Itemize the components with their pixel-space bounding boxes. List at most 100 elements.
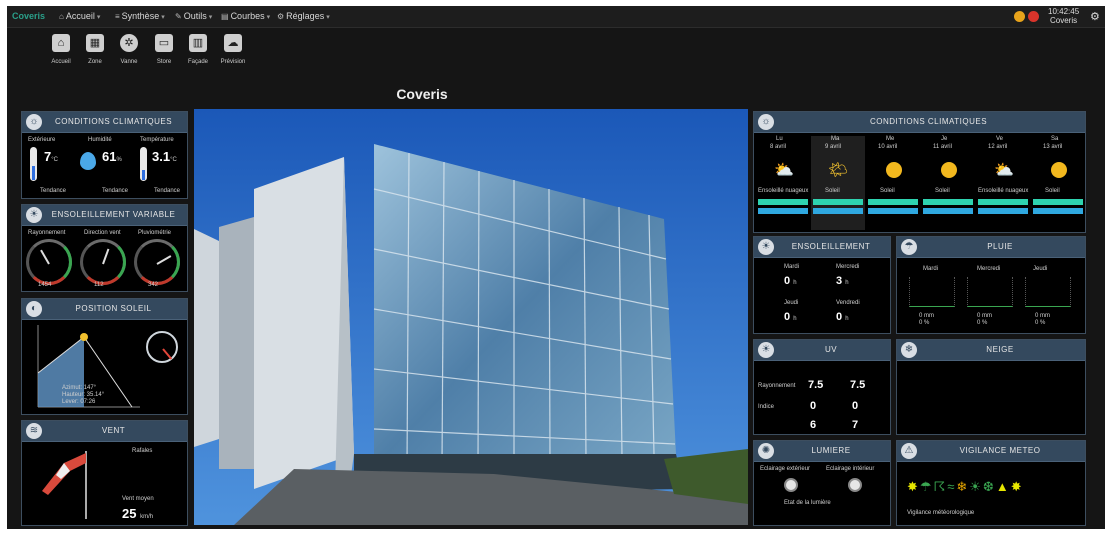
forecast-bar [978,208,1028,214]
shortcut-prevision[interactable]: ☁ Prévision [215,34,251,65]
weather-desc: Ensoleillé nuageux [758,188,809,194]
value: 61 [102,149,117,164]
day-label: Jeudi [784,300,799,306]
panel-header: ☀ ENSOLEILLEMENT VARIABLE [22,205,187,226]
panel-conditions-left: ☼ CONDITIONS CLIMATIQUES Extérieure Humid… [21,111,188,199]
uv-value: 0 [810,400,817,412]
caret-down-icon: ▾ [266,14,271,21]
warning-dot-icon[interactable] [1014,11,1025,22]
forecast-grid: Lu 8 avril ⛅ Ensoleillé nuageux Ma 9 avr… [756,136,1085,230]
settings-gear-icon[interactable]: ⚙ [1090,10,1100,23]
vigilance-icons: ✸☂☈≈❄☀❆▲✸ [907,479,1024,495]
panel-title: POSITION SOLEIL [75,304,152,313]
alert-icon: ⚠ [901,443,917,459]
vent-value: 25 km/h [122,506,153,521]
forecast-bar [1033,199,1083,205]
caret-down-icon: ▾ [326,14,330,21]
building-image [194,109,748,525]
panel-title: VENT [101,426,126,435]
flood-alert-icon: ≈ [947,479,957,494]
day-label: Mardi [923,266,939,272]
unit: h [845,316,849,322]
uv-row-label: Rayonnement [758,383,796,389]
shortcut-label: Prévision [220,59,246,65]
panel-title: CONDITIONS CLIMATIQUES [869,117,988,126]
date-label: 10 avril [878,144,898,150]
menu-label: Outils [183,11,207,21]
menu-courbes[interactable]: ▤ Courbes ▾ [221,11,270,21]
sun-icon [1051,162,1067,178]
menu-label: Réglages [286,11,325,21]
sunshine-value: 0 h [784,275,797,287]
menu-accueil[interactable]: ⌂ Accueil ▾ [59,11,100,21]
shortcut-vanne[interactable]: ✲ Vanne [111,34,147,65]
shortcut-zone[interactable]: ▦ Zone [77,34,113,65]
thermometer-icon [30,147,37,181]
gauge-label: Pluviométrie [138,230,172,236]
forecast-bar [923,208,973,214]
forecast-day[interactable]: Sa 13 avril Soleil [1031,136,1085,230]
alarm-dot-icon[interactable] [1028,11,1039,22]
panel-neige: ❄ NEIGE [896,339,1086,435]
cold-alert-icon: ❆ [982,479,996,494]
menu-synthese[interactable]: ≡ Synthèse ▾ [115,11,165,21]
sun-icon: ☀ [26,207,42,223]
top-menu-bar: Coveris ⌂ Accueil ▾ ≡ Synthèse ▾ ✎ Outils ▾ ▤ C… [7,6,1105,28]
azimut-text: Azimut: 147° [62,385,97,391]
light-toggle[interactable] [784,478,798,492]
sunshine-value: 0 h [784,311,797,323]
sun-position-icon: ◐ [26,301,42,317]
cloud-sun-icon: ⛅ [994,162,1014,179]
weather-desc: Soleil [1045,188,1060,194]
shortcut-accueil[interactable]: ⌂ Accueil [43,34,79,65]
wave-alert-icon: ✸ [1010,479,1024,494]
forecast-day[interactable]: Lu 8 avril ⛅ Ensoleillé nuageux [756,136,810,230]
menu-label: Accueil [65,11,95,21]
weather-icon: ☼ [26,114,42,130]
shortcut-facade[interactable]: ▥ Façade [180,34,216,65]
unit: h [845,280,849,286]
day-label: Me [886,136,895,142]
rain-alert-icon: ☂ [919,479,934,494]
forecast-bar [923,199,973,205]
col-label: Température [140,137,174,143]
light-label: Eclairage extérieur [760,466,811,472]
panel-icon: ▭ [155,34,173,52]
forecast-day[interactable]: Ma 9 avril 🌤 Soleil [811,136,865,230]
panel-title: UV [824,345,838,354]
gauge-value: 112 [94,282,104,288]
windsock-icon [42,451,87,519]
day-label: Sa [1051,136,1059,142]
weather-desc: Ensoleillé nuageux [978,188,1029,194]
forecast-day[interactable]: Me 10 avril Soleil [866,136,920,230]
forecast-bar [868,199,918,205]
forecast-bar [978,199,1028,205]
building-photo [194,109,748,525]
panel-header: ✺ LUMIERE [754,441,890,462]
uv-row-label: Indice [758,404,775,410]
gauge-direction [80,239,126,285]
forecast-day[interactable]: Je 11 avril Soleil [921,136,975,230]
page-title: Coveris [396,86,448,102]
fan-icon: ✲ [120,34,138,52]
shortcut-store[interactable]: ▭ Store [146,34,182,65]
day-label: Vendredi [836,300,860,306]
gauge-rayonnement [26,239,72,285]
shortcut-label: Façade [187,59,208,65]
app-window: Coveris ⌂ Accueil ▾ ≡ Synthèse ▾ ✎ Outils ▾ ▤ C… [7,6,1105,529]
day-label: Je [941,136,948,142]
sun-icon [941,162,957,178]
menu-reglages[interactable]: ⚙ Réglages ▾ [277,11,330,21]
day-label: Jeudi [1033,266,1048,272]
compass-icon [146,331,178,363]
menu-outils[interactable]: ✎ Outils ▾ [175,11,212,21]
app-logo[interactable]: Coveris [12,11,45,21]
bulb-icon: ✺ [758,443,774,459]
rain-chart [909,277,955,307]
forecast-day[interactable]: Ve 12 avril ⛅ Ensoleillé nuageux [976,136,1030,230]
light-toggle[interactable] [848,478,862,492]
forecast-bar [1033,208,1083,214]
panel-header: ⚠ VIGILANCE METEO [897,441,1085,462]
weather-desc: Soleil [880,188,895,194]
panel-header: ≋ VENT [22,421,187,442]
